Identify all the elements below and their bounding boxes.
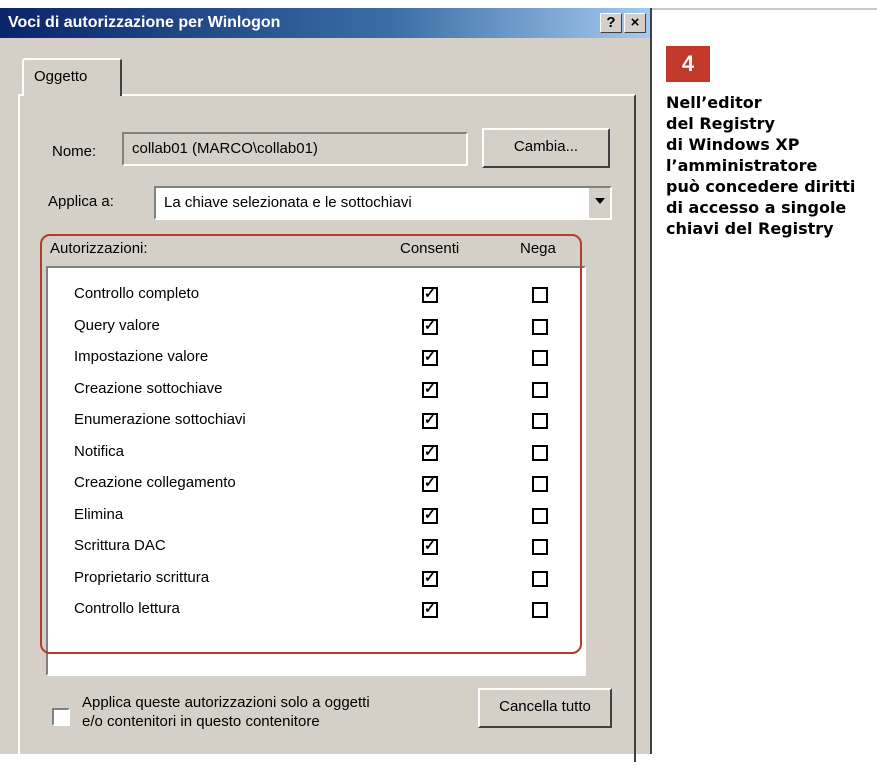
apply-to-select[interactable]: La chiave selezionata e le sottochiavi [154, 186, 612, 220]
help-button[interactable]: ? [600, 13, 622, 33]
apply-only-label-line2: e/o contenitori in questo contenitore [82, 713, 320, 730]
permission-name: Query valore [74, 316, 160, 334]
apply-only-label-line1: Applica queste autorizzazioni solo a ogg… [82, 694, 370, 711]
permission-row: Impostazione valore [48, 343, 584, 373]
caption-line: può concedere diritti [666, 177, 856, 196]
permission-name: Creazione sottochiave [74, 379, 223, 397]
permission-row: Creazione sottochiave [48, 375, 584, 405]
permission-name: Scrittura DAC [74, 537, 166, 554]
caption-line: Nell’editor [666, 93, 762, 112]
permission-row: Proprietario scrittura [48, 564, 584, 594]
permissions-header: Autorizzazioni: [50, 240, 148, 257]
permission-row: Enumerazione sottochiavi [48, 406, 584, 436]
permission-name: Enumerazione sottochiavi [74, 411, 246, 428]
permission-name: Elimina [74, 505, 124, 523]
title-bar[interactable]: Voci di autorizzazione per Winlogon ? × [0, 8, 650, 38]
tab-label: Oggetto [34, 68, 88, 85]
apply-to-label: Applica a: [48, 193, 114, 210]
deny-checkbox[interactable] [532, 444, 548, 461]
permission-row: Elimina [48, 501, 584, 531]
permission-name: Proprietario scrittura [74, 568, 210, 586]
permission-row: Creazione collegamento [48, 469, 584, 499]
permission-row: Controllo lettura [48, 595, 584, 625]
window-title: Voci di autorizzazione per Winlogon [8, 14, 281, 31]
caption-line: del Registry [666, 114, 775, 133]
permission-row: Query valore [48, 312, 584, 342]
allow-checkbox[interactable] [422, 506, 438, 524]
deny-checkbox[interactable] [532, 413, 548, 429]
clear-all-label: Cancella tutto [499, 698, 591, 715]
deny-checkbox[interactable] [532, 287, 548, 303]
caption-line: di Windows XP [666, 135, 800, 154]
deny-checkbox[interactable] [532, 350, 548, 366]
deny-checkbox[interactable] [532, 570, 548, 587]
permissions-list[interactable]: Controllo completo Query valore Impostazio… [46, 266, 586, 676]
name-label: Nome: [52, 143, 97, 160]
allow-checkbox[interactable] [422, 317, 438, 335]
allow-column-header: Consenti [400, 240, 460, 257]
permission-name: Notifica [74, 442, 125, 460]
deny-column-header: Nega [520, 240, 556, 257]
deny-checkbox[interactable] [532, 318, 548, 335]
deny-checkbox[interactable] [532, 476, 548, 492]
deny-checkbox[interactable] [532, 381, 548, 398]
permission-row: Controllo completo [48, 280, 584, 310]
deny-checkbox[interactable] [532, 539, 548, 555]
caption-line: di accesso a singole [666, 198, 847, 217]
caption-line: chiavi del Registry [666, 219, 834, 238]
deny-checkbox[interactable] [532, 507, 548, 524]
figure-caption: Nell’editor del Registry di Windows XP l… [666, 92, 871, 239]
permission-entry-dialog: Voci di autorizzazione per Winlogon ? × … [0, 8, 652, 762]
name-field: collab01 (MARCO\collab01) [122, 132, 468, 166]
allow-checkbox[interactable] [422, 380, 438, 398]
permission-name: Controllo lettura [74, 600, 180, 617]
allow-checkbox[interactable] [422, 600, 438, 618]
change-button[interactable]: Cambia... [482, 128, 610, 168]
permission-row: Scrittura DAC [48, 532, 584, 562]
name-value: collab01 (MARCO\collab01) [132, 140, 318, 157]
tab-oggetto[interactable]: Oggetto [22, 58, 122, 96]
allow-checkbox[interactable] [422, 411, 438, 429]
allow-checkbox[interactable] [422, 537, 438, 555]
allow-checkbox[interactable] [422, 569, 438, 587]
clear-all-button[interactable]: Cancella tutto [478, 688, 612, 728]
figure-number-badge: 4 [666, 46, 710, 82]
apply-to-value: La chiave selezionata e le sottochiavi [164, 194, 412, 211]
allow-checkbox[interactable] [422, 474, 438, 492]
permission-row: Notifica [48, 438, 584, 468]
permission-name: Impostazione valore [74, 348, 209, 365]
change-button-label: Cambia... [513, 138, 579, 155]
allow-checkbox[interactable] [422, 443, 438, 461]
apply-only-checkbox[interactable] [52, 708, 70, 726]
allow-checkbox[interactable] [422, 348, 438, 366]
chevron-down-icon[interactable] [588, 188, 610, 218]
caption-line: l’amministratore [666, 156, 818, 175]
permission-name: Creazione collegamento [74, 474, 236, 491]
permission-name: Controllo completo [74, 285, 200, 302]
allow-checkbox[interactable] [422, 285, 438, 303]
close-button[interactable]: × [624, 13, 646, 33]
deny-checkbox[interactable] [532, 602, 548, 618]
